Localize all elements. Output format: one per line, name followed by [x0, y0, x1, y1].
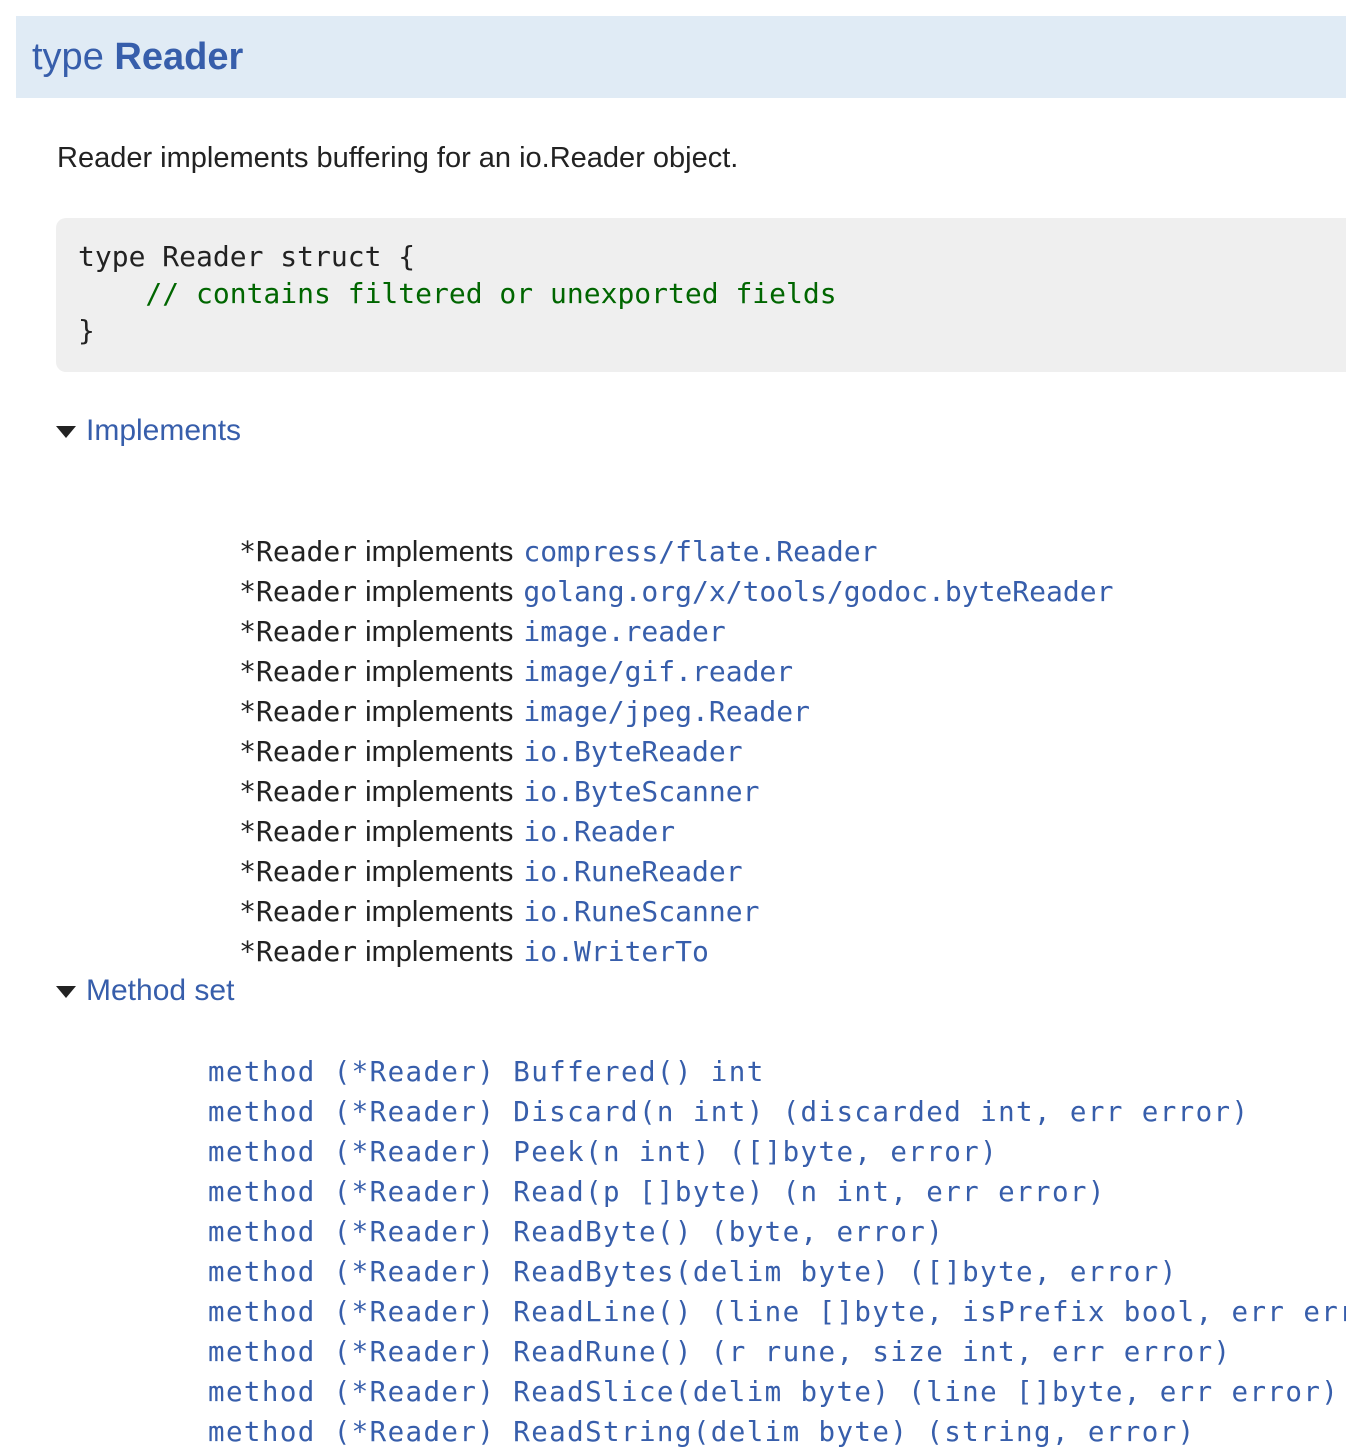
- method-link[interactable]: method (*Reader) Read(p []byte) (n int, …: [208, 1176, 1106, 1208]
- implements-verb: implements: [365, 536, 514, 568]
- method-link[interactable]: method (*Reader) ReadString(delim byte) …: [208, 1416, 1196, 1448]
- implements-verb: implements: [365, 656, 514, 688]
- implements-list: *Reader implements compress/flate.Reader *…: [208, 492, 1113, 968]
- code-line-1: type Reader struct {: [78, 240, 416, 273]
- collapse-triangle-icon: [56, 986, 76, 998]
- method-link[interactable]: method (*Reader) Buffered() int: [208, 1056, 765, 1088]
- implements-verb: implements: [365, 776, 514, 808]
- method-link[interactable]: method (*Reader) ReadByte() (byte, error…: [208, 1216, 944, 1248]
- implements-verb: implements: [365, 936, 514, 968]
- implements-link[interactable]: io.ByteReader: [523, 735, 742, 768]
- list-item: method (*Reader) ReadLine() (line []byte…: [208, 1292, 1346, 1332]
- implements-title: Implements: [86, 414, 242, 447]
- implements-link[interactable]: io.Reader: [523, 815, 675, 848]
- implements-subject: *Reader: [239, 895, 358, 928]
- implements-subject: *Reader: [239, 775, 358, 808]
- implements-verb: implements: [365, 816, 514, 848]
- implements-verb: implements: [365, 856, 514, 888]
- type-name: Reader: [114, 36, 244, 78]
- implements-link[interactable]: image/gif.reader: [523, 655, 793, 688]
- implements-link[interactable]: io.WriterTo: [523, 935, 708, 968]
- implements-verb: implements: [365, 576, 514, 608]
- type-keyword: type: [32, 36, 104, 78]
- collapse-triangle-icon: [56, 426, 76, 438]
- implements-link[interactable]: image.reader: [523, 615, 725, 648]
- implements-subject: *Reader: [239, 735, 358, 768]
- method-link[interactable]: method (*Reader) Peek(n int) ([]byte, er…: [208, 1136, 998, 1168]
- method-link[interactable]: method (*Reader) ReadBytes(delim byte) (…: [208, 1256, 1178, 1288]
- code-line-3: }: [78, 314, 95, 347]
- list-item: method (*Reader) Read(p []byte) (n int, …: [208, 1172, 1346, 1212]
- implements-subject: *Reader: [239, 535, 358, 568]
- list-item: method (*Reader) ReadRune() (r rune, siz…: [208, 1332, 1346, 1372]
- implements-link[interactable]: golang.org/x/tools/godoc.byteReader: [523, 575, 1113, 608]
- implements-subject: *Reader: [239, 615, 358, 648]
- code-line-comment: // contains filtered or unexported field…: [78, 277, 837, 310]
- list-item: method (*Reader) ReadBytes(delim byte) (…: [208, 1252, 1346, 1292]
- implements-verb: implements: [365, 696, 514, 728]
- implements-toggle[interactable]: Implements: [56, 411, 241, 451]
- method-link[interactable]: method (*Reader) ReadLine() (line []byte…: [208, 1296, 1346, 1328]
- type-title[interactable]: type Reader: [32, 35, 243, 79]
- method-link[interactable]: method (*Reader) ReadSlice(delim byte) (…: [208, 1376, 1339, 1408]
- implements-verb: implements: [365, 736, 514, 768]
- method-set-title: Method set: [86, 974, 235, 1007]
- method-set-list: method (*Reader) Buffered() int method (…: [208, 1052, 1346, 1452]
- implements-subject: *Reader: [239, 695, 358, 728]
- implements-subject: *Reader: [239, 935, 358, 968]
- implements-link[interactable]: io.RuneReader: [523, 855, 742, 888]
- list-item: *Reader implements compress/flate.Reader: [208, 492, 1113, 568]
- implements-subject: *Reader: [239, 655, 358, 688]
- implements-subject: *Reader: [239, 815, 358, 848]
- implements-link[interactable]: io.ByteScanner: [523, 775, 759, 808]
- implements-subject: *Reader: [239, 575, 358, 608]
- list-item: method (*Reader) ReadString(delim byte) …: [208, 1412, 1346, 1452]
- type-declaration-code: type Reader struct { // contains filtere…: [56, 218, 1346, 372]
- implements-subject: *Reader: [239, 855, 358, 888]
- list-item: method (*Reader) ReadByte() (byte, error…: [208, 1212, 1346, 1252]
- method-link[interactable]: method (*Reader) Discard(n int) (discard…: [208, 1096, 1249, 1128]
- list-item: method (*Reader) Discard(n int) (discard…: [208, 1092, 1346, 1132]
- type-header: type Reader: [16, 16, 1346, 98]
- type-description: Reader implements buffering for an io.Re…: [57, 142, 739, 174]
- list-item: method (*Reader) Buffered() int: [208, 1052, 1346, 1092]
- list-item: method (*Reader) Peek(n int) ([]byte, er…: [208, 1132, 1346, 1172]
- implements-verb: implements: [365, 896, 514, 928]
- implements-link[interactable]: image/jpeg.Reader: [523, 695, 810, 728]
- list-item: method (*Reader) ReadSlice(delim byte) (…: [208, 1372, 1346, 1412]
- method-link[interactable]: method (*Reader) ReadRune() (r rune, siz…: [208, 1336, 1232, 1368]
- method-set-toggle[interactable]: Method set: [56, 971, 234, 1011]
- implements-link[interactable]: io.RuneScanner: [523, 895, 759, 928]
- implements-link[interactable]: compress/flate.Reader: [523, 535, 877, 568]
- implements-verb: implements: [365, 616, 514, 648]
